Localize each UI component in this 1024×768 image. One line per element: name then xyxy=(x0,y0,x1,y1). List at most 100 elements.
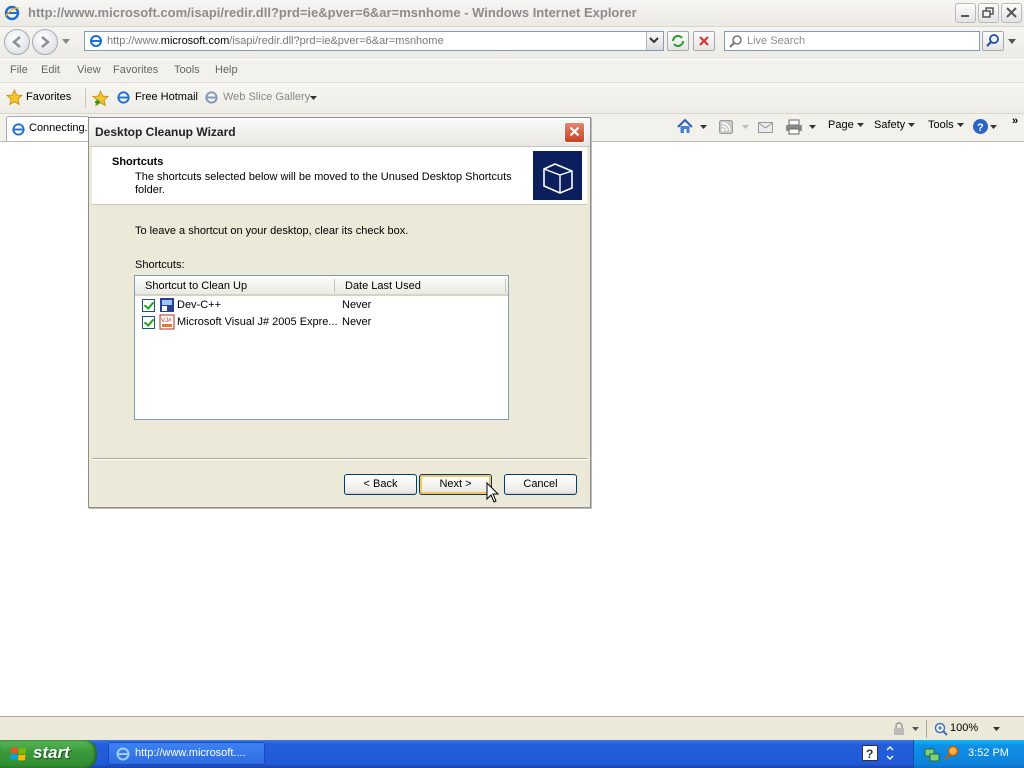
shortcut-checkbox[interactable] xyxy=(142,316,155,329)
menu-tools[interactable]: Tools xyxy=(174,64,200,76)
column-divider[interactable] xyxy=(505,279,506,293)
windows-logo-icon xyxy=(10,747,26,761)
back-button[interactable]: < Back xyxy=(344,474,417,495)
address-dropdown-button[interactable] xyxy=(646,32,663,50)
address-field[interactable]: http://www.microsoft.com/isapi/redir.dll… xyxy=(84,31,664,51)
favorites-star-icon xyxy=(6,89,23,106)
desktop-cleanup-wizard-dialog: Desktop Cleanup Wizard Shortcuts The sho… xyxy=(88,117,591,508)
feeds-icon[interactable] xyxy=(719,120,734,135)
feeds-dropdown-icon[interactable] xyxy=(742,125,749,130)
home-icon[interactable] xyxy=(676,118,694,135)
stop-button[interactable] xyxy=(693,31,715,51)
favorites-label: Favorites xyxy=(26,91,72,103)
chevron-down-icon[interactable] xyxy=(912,727,919,732)
tools-menu-button[interactable]: Tools xyxy=(928,119,964,131)
zoom-level[interactable]: 100% xyxy=(950,722,978,734)
network-icon[interactable] xyxy=(924,746,940,762)
wizard-header: Shortcuts The shortcuts selected below w… xyxy=(92,147,587,205)
system-tray: 3:52 PM xyxy=(913,740,1024,768)
menu-favorites[interactable]: Favorites xyxy=(113,64,158,76)
close-icon xyxy=(569,126,580,137)
taskbar: start http://www.microsoft.... ? 3:52 PM xyxy=(0,740,1024,768)
zoom-icon[interactable] xyxy=(934,722,948,736)
shortcuts-label: Shortcuts: xyxy=(135,259,185,271)
forward-arrow-icon xyxy=(41,36,50,48)
restore-button[interactable] xyxy=(978,3,999,23)
search-icon xyxy=(729,35,742,48)
column-divider[interactable] xyxy=(334,279,335,293)
shortcut-name: Dev-C++ xyxy=(177,299,222,311)
instruction-text: To leave a shortcut on your desktop, cle… xyxy=(135,225,409,237)
home-dropdown-icon[interactable] xyxy=(700,125,707,130)
chevron-down-icon xyxy=(856,123,864,127)
protected-mode-icon[interactable] xyxy=(892,722,908,736)
shortcuts-list[interactable]: Shortcut to Clean Up Date Last Used Dev-… xyxy=(134,275,509,420)
next-button[interactable]: Next > xyxy=(419,474,492,495)
restore-icon xyxy=(982,7,994,18)
dialog-divider xyxy=(92,458,587,460)
add-to-favorites-icon[interactable] xyxy=(92,90,109,107)
search-options-dropdown-icon[interactable] xyxy=(1008,39,1016,45)
menu-file[interactable]: File xyxy=(10,64,28,76)
refresh-icon xyxy=(672,35,684,47)
zoom-dropdown-icon[interactable] xyxy=(993,727,1000,732)
svg-text:VJ#: VJ# xyxy=(161,318,172,324)
tray-expand-icon[interactable] xyxy=(885,744,895,762)
start-button[interactable]: start xyxy=(0,740,97,768)
svg-text:?: ? xyxy=(977,122,984,134)
menu-edit[interactable]: Edit xyxy=(41,64,60,76)
mouse-cursor-icon xyxy=(486,482,500,503)
help-dropdown-icon[interactable] xyxy=(990,125,997,130)
safety-menu-button[interactable]: Safety xyxy=(874,119,916,131)
close-window-button[interactable] xyxy=(1001,3,1022,23)
svg-text:?: ? xyxy=(866,747,873,761)
search-go-button[interactable] xyxy=(982,31,1004,51)
free-hotmail-link[interactable]: Free Hotmail xyxy=(116,83,200,113)
search-field[interactable]: Live Search xyxy=(724,31,980,51)
clock[interactable]: 3:52 PM xyxy=(968,747,1009,759)
search-tray-icon[interactable] xyxy=(944,745,960,762)
dialog-title-bar[interactable]: Desktop Cleanup Wizard xyxy=(89,118,590,147)
browser-status-bar: 100% xyxy=(0,716,1024,741)
shortcut-date: Never xyxy=(342,299,372,311)
list-item[interactable]: Dev-C++ Never xyxy=(135,297,508,314)
status-divider xyxy=(926,720,927,738)
safety-menu-label: Safety xyxy=(874,119,906,131)
column-header-date[interactable]: Date Last Used xyxy=(345,280,421,292)
browser-tab[interactable]: Connecting... xyxy=(6,116,94,141)
refresh-button[interactable] xyxy=(667,31,689,51)
print-icon[interactable] xyxy=(785,119,803,135)
back-arrow-icon xyxy=(12,36,21,48)
page-menu-button[interactable]: Page xyxy=(828,119,864,131)
minimize-button[interactable] xyxy=(955,3,976,23)
internet-explorer-icon xyxy=(117,91,130,104)
internet-explorer-icon xyxy=(116,747,130,761)
toolbar-overflow-chevron-icon[interactable]: » xyxy=(1012,115,1018,127)
navigation-bar: http://www.microsoft.com/isapi/redir.dll… xyxy=(0,27,1024,59)
print-dropdown-icon[interactable] xyxy=(809,125,816,130)
help-icon[interactable]: ? xyxy=(972,118,989,135)
recent-pages-dropdown-icon[interactable] xyxy=(62,39,70,45)
list-item[interactable]: VJ# Microsoft Visual J# 2005 Expre... Ne… xyxy=(135,314,508,331)
internet-explorer-icon xyxy=(4,5,20,21)
free-hotmail-label: Free Hotmail xyxy=(135,91,198,103)
mail-icon[interactable] xyxy=(758,120,774,134)
tools-menu-label: Tools xyxy=(928,119,954,131)
taskbar-ie-window-button[interactable]: http://www.microsoft.... xyxy=(108,742,265,765)
shortcut-checkbox[interactable] xyxy=(142,299,155,312)
folder-icon xyxy=(533,151,582,200)
cancel-button[interactable]: Cancel xyxy=(504,474,577,495)
menu-help[interactable]: Help xyxy=(215,64,238,76)
chevron-down-icon xyxy=(310,96,317,100)
page-menu-label: Page xyxy=(828,119,854,131)
menu-view[interactable]: View xyxy=(77,64,101,76)
menu-bar: File Edit View Favorites Tools Help xyxy=(0,60,1024,83)
forward-nav-button[interactable] xyxy=(32,29,58,55)
web-slice-gallery-label: Web Slice Gallery xyxy=(223,91,311,103)
dialog-close-button[interactable] xyxy=(564,122,585,143)
web-slice-gallery-link[interactable]: Web Slice Gallery xyxy=(204,83,320,113)
column-header-shortcut[interactable]: Shortcut to Clean Up xyxy=(145,280,247,292)
help-tray-icon[interactable]: ? xyxy=(862,745,879,762)
wizard-page-title: Shortcuts xyxy=(112,156,164,168)
back-nav-button[interactable] xyxy=(4,29,30,55)
